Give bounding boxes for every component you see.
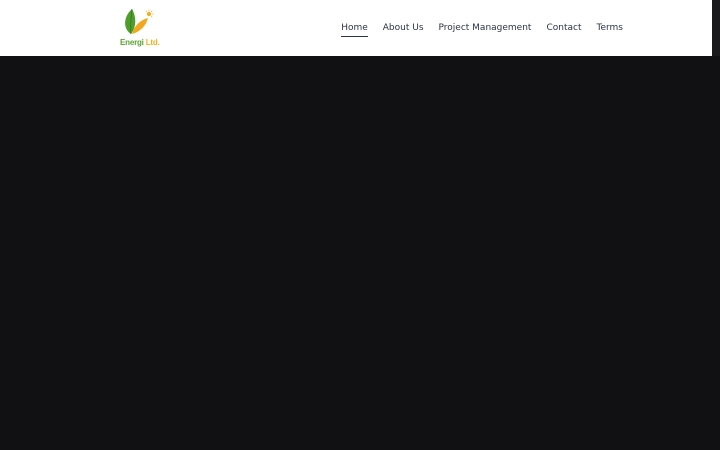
leaf-logo-icon <box>125 8 154 35</box>
page: Energi Ltd. Home About Us Project Manage… <box>0 0 720 450</box>
nav-about-us[interactable]: About Us <box>383 20 424 36</box>
scrollbar-track[interactable] <box>712 0 720 56</box>
brand-name: Energi Ltd. <box>120 38 160 47</box>
main-nav: Home About Us Project Management Contact… <box>341 20 623 37</box>
nav-contact[interactable]: Contact <box>546 20 581 36</box>
brand-logo[interactable]: Energi Ltd. <box>116 6 160 50</box>
site-header: Energi Ltd. Home About Us Project Manage… <box>0 0 712 56</box>
hero-section <box>0 56 720 450</box>
brand-name-part1: Energi <box>120 38 144 47</box>
brand-name-part2: Ltd. <box>145 38 160 47</box>
nav-project-management[interactable]: Project Management <box>439 20 532 36</box>
nav-terms[interactable]: Terms <box>596 20 623 36</box>
nav-home[interactable]: Home <box>341 20 368 37</box>
